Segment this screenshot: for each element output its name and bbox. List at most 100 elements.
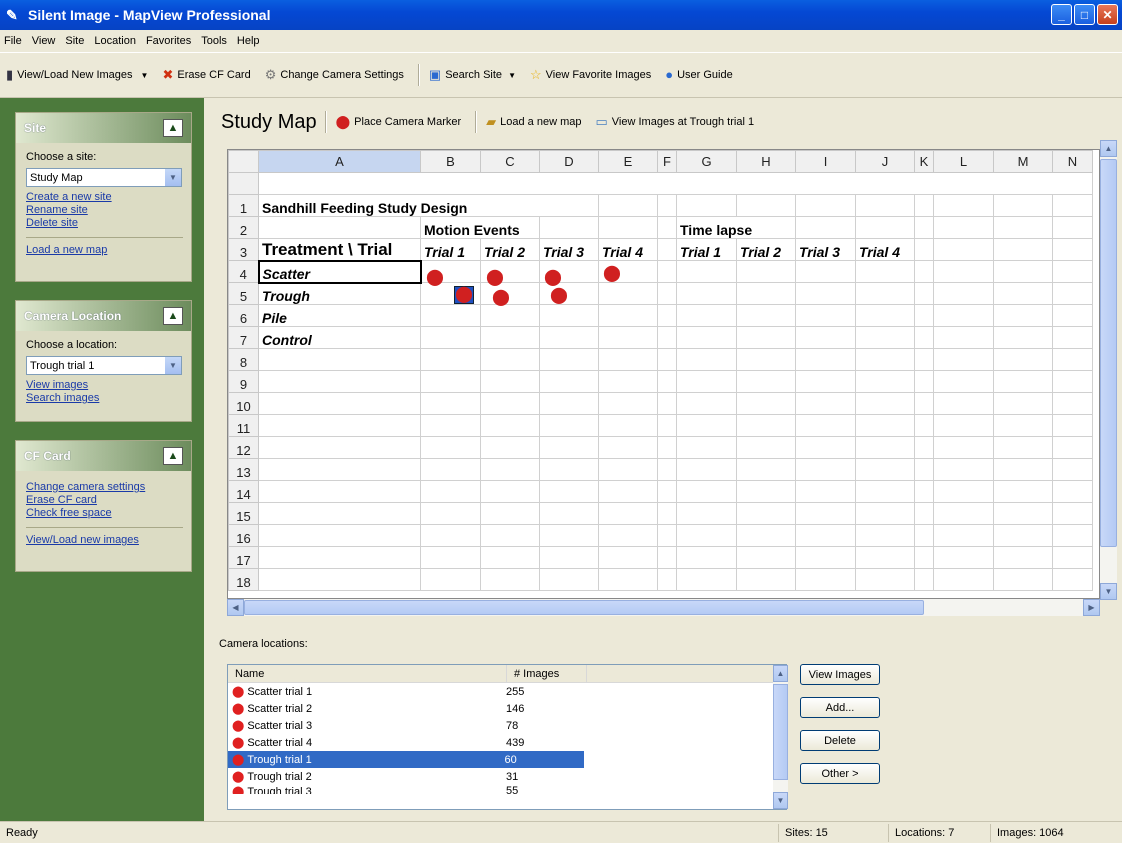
delete-button[interactable]: Delete bbox=[800, 730, 880, 751]
camera-marker-icon[interactable]: ⬤ bbox=[550, 288, 568, 304]
location-select[interactable]: Trough trial 1 ▼ bbox=[26, 356, 182, 375]
scroll-down-icon[interactable]: ▼ bbox=[773, 792, 788, 809]
scroll-up-icon[interactable]: ▲ bbox=[1100, 140, 1117, 157]
menu-tools[interactable]: Tools bbox=[201, 35, 227, 47]
site-panel-header[interactable]: Site ▲ bbox=[16, 113, 191, 143]
view-load-images-button[interactable]: ▮ View/Load New Images ▼ bbox=[6, 68, 148, 82]
camera-marker-icon[interactable]: ⬤ bbox=[426, 270, 444, 286]
menu-help[interactable]: Help bbox=[237, 35, 260, 47]
menu-favorites[interactable]: Favorites bbox=[146, 35, 191, 47]
create-site-link[interactable]: Create a new site bbox=[26, 191, 183, 204]
load-map-link[interactable]: Load a new map bbox=[26, 244, 183, 257]
col-header: K bbox=[914, 150, 934, 173]
col-header: C bbox=[480, 150, 540, 173]
collapse-icon[interactable]: ▲ bbox=[163, 447, 183, 465]
chevron-down-icon[interactable]: ▼ bbox=[165, 169, 181, 186]
sheet-horizontal-scrollbar[interactable]: ◀ ▶ bbox=[227, 599, 1100, 616]
maximize-button[interactable]: □ bbox=[1074, 4, 1095, 25]
row-header: 3 bbox=[228, 238, 259, 261]
trial-label: Trial 3 bbox=[539, 238, 599, 261]
list-header: Name # Images bbox=[228, 665, 786, 683]
add-button[interactable]: Add... bbox=[800, 697, 880, 718]
list-item[interactable]: ⬤ Trough trial 2 31 bbox=[228, 768, 786, 785]
image-count: 55 bbox=[506, 785, 519, 794]
other-button[interactable]: Other > bbox=[800, 763, 880, 784]
menu-site[interactable]: Site bbox=[65, 35, 84, 47]
sheet-vertical-scrollbar[interactable]: ▲ ▼ bbox=[1100, 140, 1117, 600]
title-bar: ✎ Silent Image - MapView Professional _ … bbox=[0, 0, 1122, 30]
search-site-button[interactable]: ▣ Search Site ▼ bbox=[429, 68, 516, 82]
erase-cf-link[interactable]: Erase CF card bbox=[26, 494, 183, 507]
place-marker-label: Place Camera Marker bbox=[354, 116, 462, 128]
scroll-up-icon[interactable]: ▲ bbox=[773, 665, 788, 682]
list-item[interactable]: ⬤ Trough trial 3 55 bbox=[228, 785, 786, 794]
camera-settings-icon: ⚙ bbox=[264, 67, 277, 82]
view-favorites-button[interactable]: ☆ View Favorite Images bbox=[530, 68, 651, 82]
menu-view[interactable]: View bbox=[32, 35, 56, 47]
row-header: 8 bbox=[228, 348, 259, 371]
change-camera-settings-link[interactable]: Change camera settings bbox=[26, 481, 183, 494]
col-header: J bbox=[855, 150, 915, 173]
marker-icon: ⬤ bbox=[335, 114, 351, 129]
image-count: 78 bbox=[506, 719, 519, 732]
dropdown-arrow-icon[interactable]: ▼ bbox=[141, 71, 149, 80]
list-item[interactable]: ⬤ Scatter trial 3 78 bbox=[228, 717, 786, 734]
rename-site-link[interactable]: Rename site bbox=[26, 204, 183, 217]
scroll-thumb[interactable] bbox=[773, 684, 788, 780]
col-images-header[interactable]: # Images bbox=[506, 665, 586, 682]
site-select[interactable]: Study Map ▼ bbox=[26, 168, 182, 187]
scroll-thumb[interactable] bbox=[1100, 159, 1117, 547]
col-header: H bbox=[736, 150, 796, 173]
image-icon: ▭ bbox=[595, 114, 608, 129]
dropdown-arrow-icon[interactable]: ▼ bbox=[508, 71, 516, 80]
view-images-link[interactable]: View images bbox=[26, 379, 183, 392]
list-item[interactable]: ⬤ Scatter trial 4 439 bbox=[228, 734, 786, 751]
chevron-down-icon[interactable]: ▼ bbox=[165, 357, 181, 374]
cf-card-panel: CF Card ▲ Change camera settings Erase CF… bbox=[15, 440, 192, 572]
status-bar: Ready Sites: 15 Locations: 7 Images: 106… bbox=[0, 821, 1122, 843]
erase-label: Erase CF Card bbox=[177, 69, 251, 81]
camera-locations-section: Camera locations: Name # Images ⬤ Scatter… bbox=[211, 626, 1122, 821]
list-scrollbar[interactable]: ▲ ▼ bbox=[773, 665, 788, 809]
close-button[interactable]: ✕ bbox=[1097, 4, 1118, 25]
camera-marker-icon[interactable]: ⬤ bbox=[492, 290, 510, 306]
view-images-button[interactable]: View Images bbox=[800, 664, 880, 685]
scroll-thumb[interactable] bbox=[244, 600, 924, 615]
camera-marker-icon[interactable]: ⬤ bbox=[544, 270, 562, 286]
menu-file[interactable]: File bbox=[4, 35, 22, 47]
menu-location[interactable]: Location bbox=[94, 35, 136, 47]
user-guide-button[interactable]: ● User Guide bbox=[665, 68, 733, 82]
col-header: M bbox=[993, 150, 1053, 173]
scroll-left-icon[interactable]: ◀ bbox=[227, 599, 244, 616]
load-new-map-button[interactable]: ▰ Load a new map bbox=[486, 115, 581, 129]
place-marker-button[interactable]: ⬤ Place Camera Marker bbox=[336, 115, 462, 129]
scroll-down-icon[interactable]: ▼ bbox=[1100, 583, 1117, 600]
pane-splitter[interactable] bbox=[204, 98, 211, 821]
collapse-icon[interactable]: ▲ bbox=[163, 119, 183, 137]
image-count: 31 bbox=[506, 770, 519, 783]
view-images-at-button[interactable]: ▭ View Images at Trough trial 1 bbox=[596, 115, 755, 129]
marker-icon: ⬤ bbox=[232, 754, 245, 766]
scroll-right-icon[interactable]: ▶ bbox=[1083, 599, 1100, 616]
study-map-sheet[interactable]: A B C D E F G H I J K L M N 1 Sandhill Fe… bbox=[227, 149, 1100, 599]
check-free-space-link[interactable]: Check free space bbox=[26, 507, 183, 520]
list-item-selected[interactable]: ⬤ Trough trial 1 60 bbox=[228, 751, 584, 768]
list-item[interactable]: ⬤ Scatter trial 2 146 bbox=[228, 700, 786, 717]
camera-marker-icon[interactable]: ⬤ bbox=[486, 270, 504, 286]
col-blank-header bbox=[586, 665, 786, 682]
collapse-icon[interactable]: ▲ bbox=[163, 307, 183, 325]
change-camera-button[interactable]: ⚙ Change Camera Settings bbox=[265, 68, 404, 82]
camera-panel-header[interactable]: Camera Location ▲ bbox=[16, 301, 191, 331]
erase-cf-button[interactable]: ✖ Erase CF Card bbox=[162, 68, 250, 82]
delete-site-link[interactable]: Delete site bbox=[26, 217, 183, 230]
camera-locations-list[interactable]: Name # Images ⬤ Scatter trial 1 255 ⬤ Scatt… bbox=[227, 664, 788, 810]
list-item[interactable]: ⬤ Scatter trial 1 255 bbox=[228, 683, 786, 700]
view-load-new-images-link[interactable]: View/Load new images bbox=[26, 534, 183, 547]
cf-panel-header[interactable]: CF Card ▲ bbox=[16, 441, 191, 471]
selected-camera-marker-icon[interactable]: ⬤ bbox=[454, 286, 474, 304]
minimize-button[interactable]: _ bbox=[1051, 4, 1072, 25]
camera-marker-icon[interactable]: ⬤ bbox=[603, 266, 621, 282]
col-name-header[interactable]: Name bbox=[228, 665, 506, 682]
search-images-link[interactable]: Search images bbox=[26, 392, 183, 405]
scroll-track[interactable] bbox=[924, 599, 1083, 616]
